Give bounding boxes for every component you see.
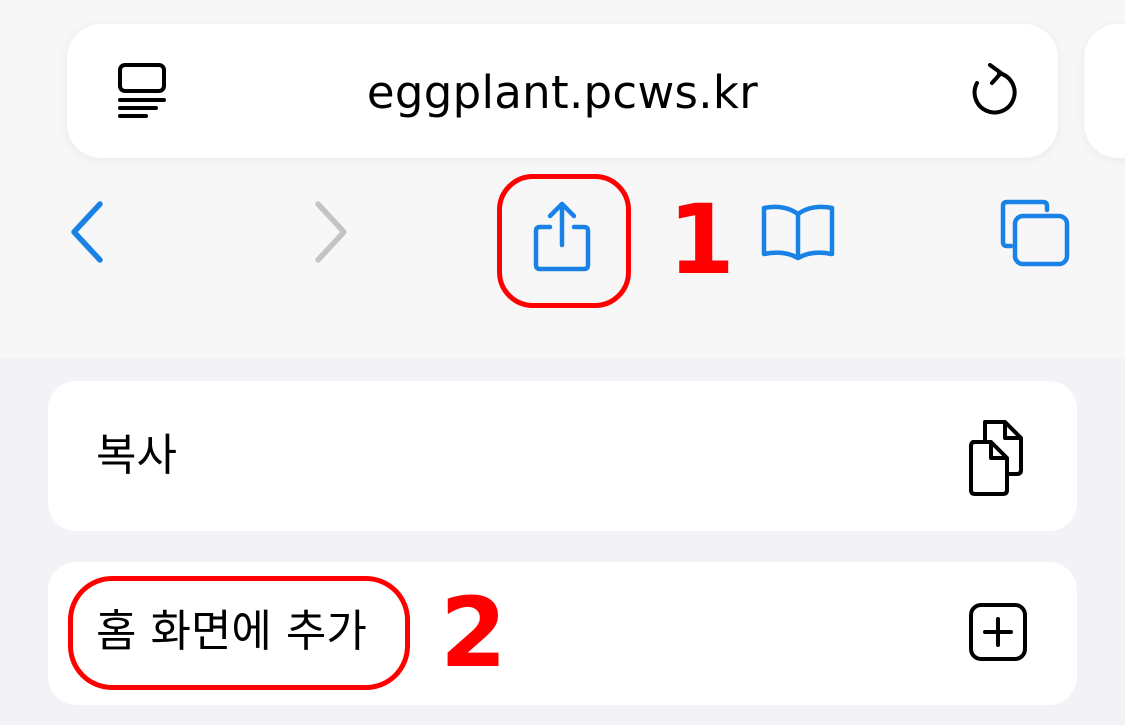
reader-mode-icon	[116, 62, 168, 122]
reload-icon	[968, 62, 1020, 122]
copy-menu-item[interactable]: 복사	[48, 381, 1077, 531]
book-icon	[760, 202, 836, 266]
back-button[interactable]	[52, 192, 124, 276]
step-1-label: 1	[668, 184, 735, 296]
forward-button[interactable]	[294, 192, 366, 276]
chevron-right-icon	[310, 200, 350, 268]
reload-button[interactable]	[958, 56, 1030, 128]
copy-icon	[958, 416, 1038, 500]
url-text[interactable]: eggplant.pcws.kr	[260, 58, 865, 128]
reader-mode-button[interactable]	[106, 56, 178, 128]
adjacent-tab-address-bar[interactable]	[1084, 24, 1125, 158]
add-to-home-screen-label: 홈 화면에 추가	[96, 606, 367, 657]
bookmarks-button[interactable]	[756, 195, 840, 273]
step-2-label: 2	[440, 577, 507, 689]
chevron-left-icon	[68, 200, 108, 268]
add-to-home-screen-menu-item[interactable]: 홈 화면에 추가	[48, 562, 1077, 705]
tabs-button[interactable]	[993, 195, 1077, 273]
tabs-icon	[999, 196, 1071, 272]
add-square-icon	[962, 596, 1034, 668]
copy-label: 복사	[96, 430, 177, 481]
share-icon	[530, 199, 594, 279]
share-button[interactable]	[497, 174, 627, 304]
